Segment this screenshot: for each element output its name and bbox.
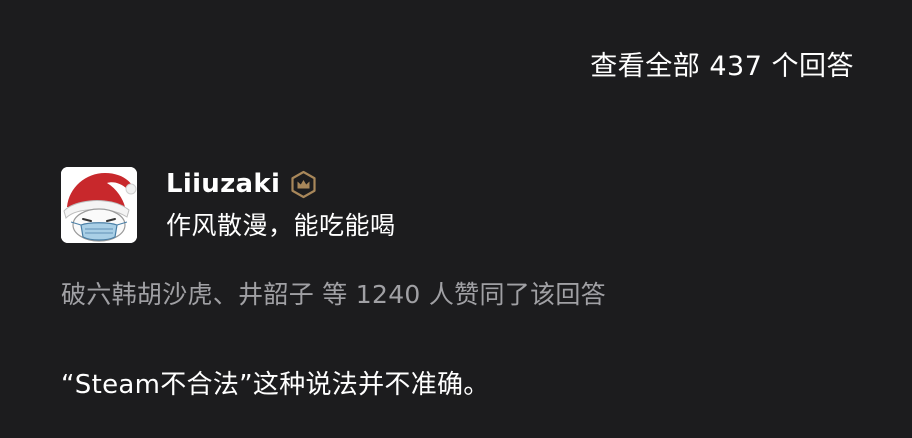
likes-summary[interactable]: 破六韩胡沙虎、井韶子 等 1240 人赞同了该回答 (61, 275, 606, 311)
author-card: Liiuzaki 作风散漫，能吃能喝 (61, 167, 396, 243)
crown-badge-icon[interactable] (289, 170, 318, 199)
author-bio: 作风散漫，能吃能喝 (166, 211, 396, 240)
author-name[interactable]: Liiuzaki (166, 169, 280, 199)
author-info: Liiuzaki 作风散漫，能吃能喝 (166, 168, 396, 242)
avatar[interactable] (61, 167, 137, 243)
santa-hat-mask-avatar-icon (61, 167, 137, 243)
answer-content[interactable]: “Steam不合法”这种说法并不准确。 (61, 364, 490, 401)
view-all-answers-link[interactable]: 查看全部 437 个回答 (590, 44, 854, 83)
author-name-row: Liiuzaki (166, 168, 396, 200)
